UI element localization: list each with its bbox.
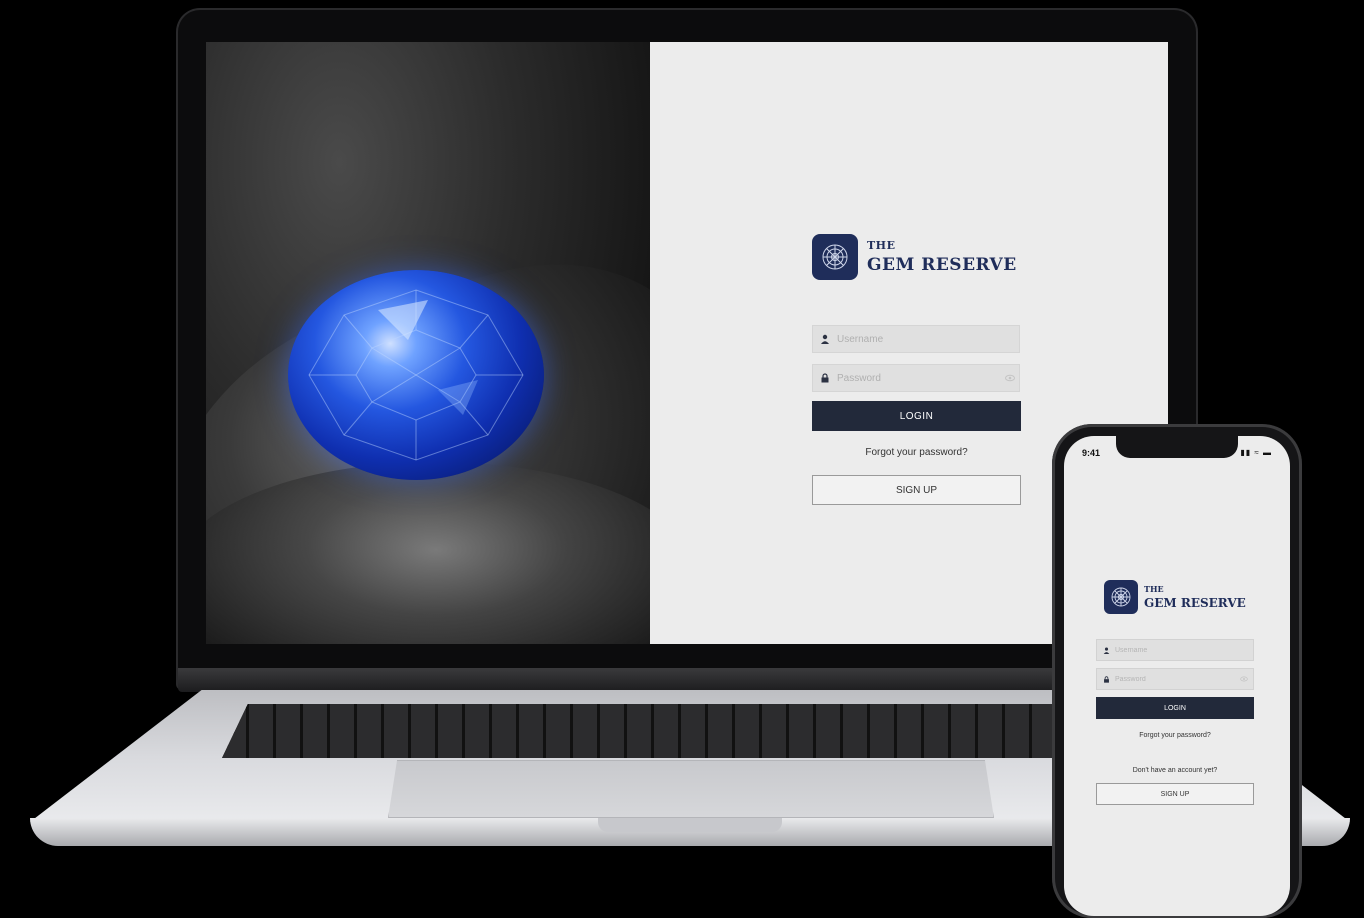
username-field[interactable] — [812, 325, 1020, 353]
lock-icon — [1097, 675, 1115, 683]
phone-device: 9:41 ▮▮ ≈ ▬ THE GEM RESERVE Username LOG… — [1052, 424, 1302, 918]
hero-image — [206, 42, 650, 644]
phone-screen: 9:41 ▮▮ ≈ ▬ THE GEM RESERVE Username LOG… — [1064, 436, 1290, 916]
user-icon — [1097, 647, 1115, 654]
laptop-keyboard — [222, 704, 1082, 758]
brand-name: GEM RESERVE — [867, 255, 1017, 275]
signup-button[interactable]: SIGN UP — [1096, 783, 1254, 805]
brand-name: GEM RESERVE — [1144, 596, 1246, 610]
username-input[interactable] — [837, 333, 1019, 345]
forgot-password-link[interactable]: Forgot your password? — [1096, 732, 1254, 739]
gem-facets — [308, 289, 524, 461]
no-account-text: Don't have an account yet? — [1132, 767, 1218, 774]
brand-the: THE — [1144, 584, 1164, 594]
user-icon — [813, 334, 837, 344]
laptop-trackpad — [388, 760, 994, 818]
sapphire-gem-image — [288, 270, 544, 480]
signal-icon: ▮▮ — [1240, 448, 1252, 457]
laptop-front-notch — [598, 818, 782, 832]
brand-logo: THE GEM RESERVE — [1104, 580, 1246, 614]
signup-button[interactable]: SIGN UP — [812, 475, 1021, 505]
password-field[interactable] — [812, 364, 1020, 392]
password-input[interactable] — [1115, 675, 1235, 683]
brand-the: THE — [867, 239, 896, 252]
laptop-hinge — [178, 668, 1196, 692]
logo-emblem-icon — [1104, 580, 1138, 614]
brand-logo: THE GEM RESERVE — [812, 234, 1017, 280]
login-button[interactable]: LOGIN — [812, 401, 1021, 431]
password-input[interactable] — [837, 372, 1001, 384]
status-icons: ▮▮ ≈ ▬ — [1240, 448, 1272, 457]
eye-icon[interactable] — [1001, 374, 1019, 382]
logo-emblem-icon — [812, 234, 858, 280]
hero-rock-highlight — [206, 462, 650, 644]
forgot-password-link[interactable]: Forgot your password? — [812, 447, 1021, 458]
laptop-screen: THE GEM RESERVE LOGIN Forgot your passwo… — [206, 42, 1168, 644]
phone-notch — [1116, 436, 1238, 458]
eye-icon[interactable] — [1235, 676, 1253, 682]
battery-icon: ▬ — [1263, 448, 1272, 457]
password-field[interactable] — [1096, 668, 1254, 690]
wifi-icon: ≈ — [1254, 448, 1260, 457]
username-input[interactable] — [1115, 646, 1253, 654]
lock-icon — [813, 373, 837, 383]
status-time: 9:41 — [1082, 448, 1101, 458]
login-button[interactable]: LOGIN — [1096, 697, 1254, 719]
username-field[interactable] — [1096, 639, 1254, 661]
